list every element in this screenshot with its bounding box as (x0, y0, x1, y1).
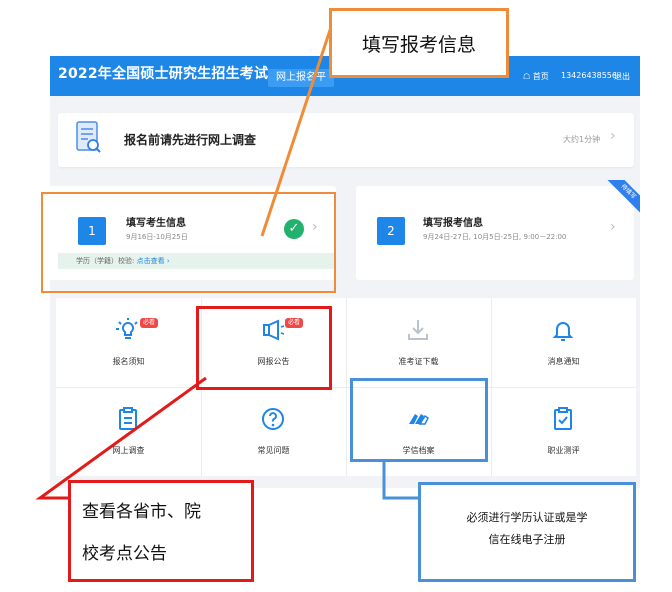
step-number: 2 (377, 217, 405, 245)
home-link[interactable]: ☖ 首页 (523, 71, 549, 82)
tile-label: 准考证下载 (398, 357, 439, 366)
callout-bottom-left-line1: 查看各省市、院 (82, 502, 201, 522)
clipboard-icon (119, 407, 137, 430)
tile-career-assessment[interactable]: 职业测评 (491, 387, 636, 476)
status-ribbon: 待填写 (600, 180, 640, 220)
step-title: 填写报考信息 (423, 218, 483, 229)
question-icon (262, 408, 284, 430)
home-icon: ☖ (523, 72, 531, 81)
callout-bottom-right-line2: 信在线电子注册 (488, 533, 566, 546)
user-phone: 13426438556 (561, 71, 617, 80)
highlight-announcement-tile (196, 306, 332, 390)
callout-bottom-right-line1: 必须进行学历认证或是学 (466, 511, 588, 524)
document-search-icon (76, 121, 101, 153)
step-date: 9月24日-27日, 10月5日-25日, 9:00－22:00 (423, 233, 567, 241)
survey-title: 报名前请先进行网上调查 (124, 133, 257, 147)
checklist-icon (554, 407, 572, 430)
tile-label: 报名须知 (112, 357, 145, 366)
tab-online-registration[interactable]: 网上报名平 (268, 69, 334, 87)
tile-label: 消息通知 (547, 357, 580, 366)
tile-label: 网上调查 (112, 446, 145, 455)
tile-registration-notice[interactable]: 必看 报名须知 (56, 298, 201, 387)
must-read-badge: 必看 (140, 318, 159, 328)
download-icon (408, 320, 428, 340)
page-title: 2022年全国硕士研究生招生考试 (58, 66, 269, 82)
logout-link[interactable]: 退出 (614, 71, 630, 82)
callout-bottom-left (68, 480, 254, 582)
tile-online-survey[interactable]: 网上调查 (56, 387, 201, 476)
bell-icon (552, 322, 574, 341)
callout-bottom-left-line2: 校考点公告 (82, 544, 167, 564)
tile-label: 常见问题 (257, 446, 290, 455)
ribbon-label: 待填写 (605, 180, 640, 215)
chevron-right-icon: › (610, 219, 616, 235)
tile-message-notifications[interactable]: 消息通知 (491, 298, 636, 387)
tile-admission-ticket-download[interactable]: 准考证下载 (346, 298, 491, 387)
home-label: 首页 (532, 72, 549, 81)
callout-top-text: 填写报考信息 (361, 34, 476, 56)
chevron-right-icon: › (610, 128, 616, 144)
tile-faq[interactable]: 常见问题 (201, 387, 346, 476)
function-grid: 必看 报名须知 必看 网报公告 准考证下载 消息通知 网上调查 常见问题 学信档… (56, 298, 636, 476)
survey-duration: 大约1分钟 (563, 135, 601, 144)
lightbulb-icon (116, 318, 138, 339)
highlight-step-1 (41, 192, 336, 293)
highlight-xuexin-tile (350, 378, 488, 462)
tile-label: 职业测评 (547, 446, 580, 455)
